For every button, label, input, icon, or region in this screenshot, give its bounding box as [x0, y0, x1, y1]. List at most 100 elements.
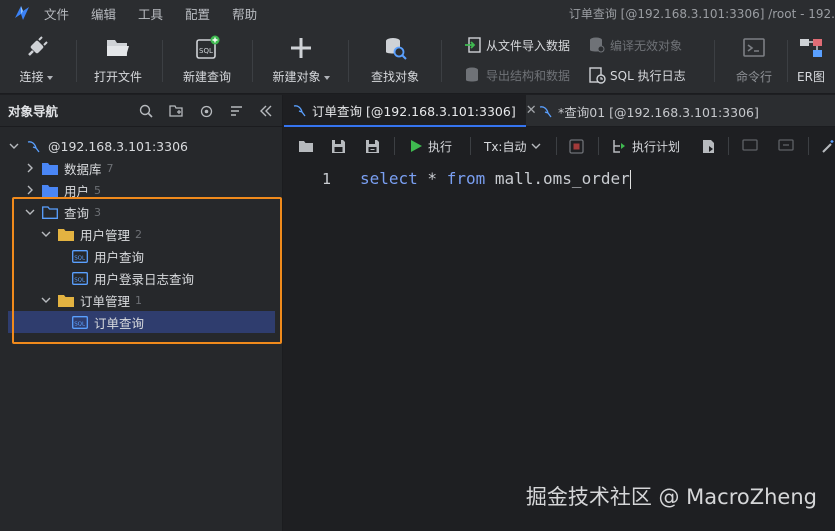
stop-button[interactable] [568, 137, 588, 155]
magic-wand-icon [820, 138, 835, 154]
save-button[interactable] [330, 137, 350, 155]
tree-user-login-log-query[interactable]: SQL 用户登录日志查询 [72, 267, 194, 289]
toolbar-divider [787, 40, 788, 82]
queries-count: 3 [94, 205, 102, 219]
editor-toolbar: 执行 Tx:自动 执行计划 [284, 128, 835, 164]
tree-folder-order-management[interactable]: 订单管理 1 [40, 289, 142, 311]
new-object-label: 新建对象 [272, 70, 321, 84]
format-sql-button[interactable] [700, 137, 720, 155]
er-diagram-label: ER图 [797, 70, 825, 84]
folder-yellow-icon [58, 293, 74, 307]
connect-label: 连接 [19, 70, 44, 84]
menu-tools[interactable]: 工具 [138, 4, 163, 23]
save-as-button[interactable] [364, 137, 384, 155]
toolbar-divider [394, 137, 395, 155]
navigator-tools [138, 103, 274, 119]
window-title: 订单查询 [@192.168.3.101:3306] /root - 192. [568, 7, 835, 21]
plus-icon [287, 34, 315, 62]
new-object-button[interactable]: 新建对象 [261, 34, 341, 85]
users-count: 5 [94, 183, 102, 197]
order-query-label: 订单查询 [94, 315, 145, 331]
menu-config[interactable]: 配置 [185, 4, 210, 23]
open-file-button[interactable]: 打开文件 [78, 34, 158, 85]
find-object-label: 查找对象 [370, 70, 419, 84]
new-query-button[interactable]: SQL 新建查询 [167, 34, 247, 85]
export-structure-label: 导出结构和数据 [486, 68, 571, 83]
sort-icon[interactable] [228, 103, 244, 119]
chevron-down-icon[interactable] [40, 294, 52, 306]
sql-file-icon: SQL [72, 249, 88, 263]
chevron-right-icon[interactable] [24, 162, 36, 174]
code-line[interactable]: select * from mall.oms_order [360, 169, 631, 189]
tree-folder-user-management[interactable]: 用户管理 2 [40, 223, 142, 245]
uncomment-icon [778, 138, 794, 154]
tree-queries[interactable]: 查询 3 [24, 201, 101, 223]
database-search-icon [381, 34, 409, 62]
open-folder-button[interactable] [298, 137, 318, 155]
keyword-select: select [360, 169, 418, 188]
execute-button[interactable]: 执行 [408, 137, 452, 155]
menu-help[interactable]: 帮助 [232, 4, 257, 23]
er-diagram-button[interactable]: ER图 [791, 34, 831, 85]
explain-plan-button[interactable]: 执行计划 [612, 137, 680, 155]
folder-blue-icon [42, 161, 58, 175]
watermark: 掘金技术社区 @ MacroZheng [525, 485, 817, 509]
save-as-icon [364, 138, 380, 154]
uncomment-button[interactable] [778, 137, 798, 155]
chevron-right-icon[interactable] [24, 184, 36, 196]
folder-open-icon [104, 34, 132, 62]
mysql-dolphin-icon [538, 104, 554, 118]
collapse-panel-icon[interactable] [258, 103, 274, 119]
connect-button[interactable]: 连接 [0, 34, 76, 85]
compile-invalid-button[interactable]: 编译无效对象 [588, 36, 682, 54]
er-diagram-icon [797, 34, 825, 62]
chevron-down-icon [46, 75, 53, 80]
tab-query01[interactable]: *查询01 [@192.168.3.101:3306] [530, 95, 767, 127]
tree-users[interactable]: 用户 5 [24, 179, 101, 201]
magic-wand-button[interactable] [820, 137, 835, 155]
comment-button[interactable] [742, 137, 762, 155]
folder-yellow-icon [58, 227, 74, 241]
chevron-down-icon[interactable] [8, 140, 20, 152]
new-query-label: 新建查询 [182, 70, 231, 84]
tab-order-query[interactable]: 订单查询 [@192.168.3.101:3306] ✕ [284, 95, 537, 127]
import-from-file-label: 从文件导入数据 [486, 38, 571, 53]
import-from-file-button[interactable]: 从文件导入数据 [464, 36, 570, 54]
new-folder-icon[interactable] [168, 103, 184, 119]
folder-order-count: 1 [135, 293, 143, 307]
keyword-from: from [446, 169, 486, 188]
play-icon [408, 138, 424, 154]
export-structure-button[interactable]: 导出结构和数据 [464, 66, 570, 84]
line-number: 1 [322, 170, 332, 188]
folder-icon [298, 138, 314, 154]
toolbar-divider [714, 40, 715, 82]
search-icon[interactable] [138, 103, 154, 119]
tree-user-query[interactable]: SQL 用户查询 [72, 245, 144, 267]
databases-count: 7 [106, 161, 114, 175]
tx-mode-dropdown[interactable]: Tx:自动 [484, 137, 548, 155]
document-play-icon [700, 138, 716, 154]
command-line-button[interactable]: 命令行 [716, 34, 792, 85]
tree-order-query[interactable]: SQL 订单查询 [8, 311, 275, 333]
folder-user-count: 2 [135, 227, 143, 241]
find-object-button[interactable]: 查找对象 [355, 34, 435, 85]
tab-order-query-label: 订单查询 [@192.168.3.101:3306] [312, 103, 516, 119]
sql-file-icon: SQL [72, 315, 88, 329]
tree-connection[interactable]: @192.168.3.101:3306 [8, 135, 188, 157]
chevron-down-icon[interactable] [24, 206, 36, 218]
menu-file[interactable]: 文件 [44, 4, 69, 23]
tree-databases[interactable]: 数据库 7 [24, 157, 114, 179]
code-star: * [417, 169, 447, 188]
chevron-down-icon[interactable] [40, 228, 52, 240]
log-clock-icon [588, 66, 606, 84]
queries-label: 查询 [64, 205, 90, 221]
terminal-icon [740, 34, 768, 62]
locate-icon[interactable] [198, 103, 214, 119]
menu-edit[interactable]: 编辑 [91, 4, 116, 23]
sql-editor[interactable]: 1 select * from mall.oms_order 掘金技术社区 @ … [284, 164, 835, 531]
toolbar-divider [728, 137, 729, 155]
tx-mode-label: Tx:自动 [484, 139, 527, 154]
svg-text:SQL: SQL [74, 255, 86, 261]
folder-order-label: 订单管理 [80, 293, 131, 309]
sql-log-button[interactable]: SQL 执行日志 [588, 66, 686, 84]
